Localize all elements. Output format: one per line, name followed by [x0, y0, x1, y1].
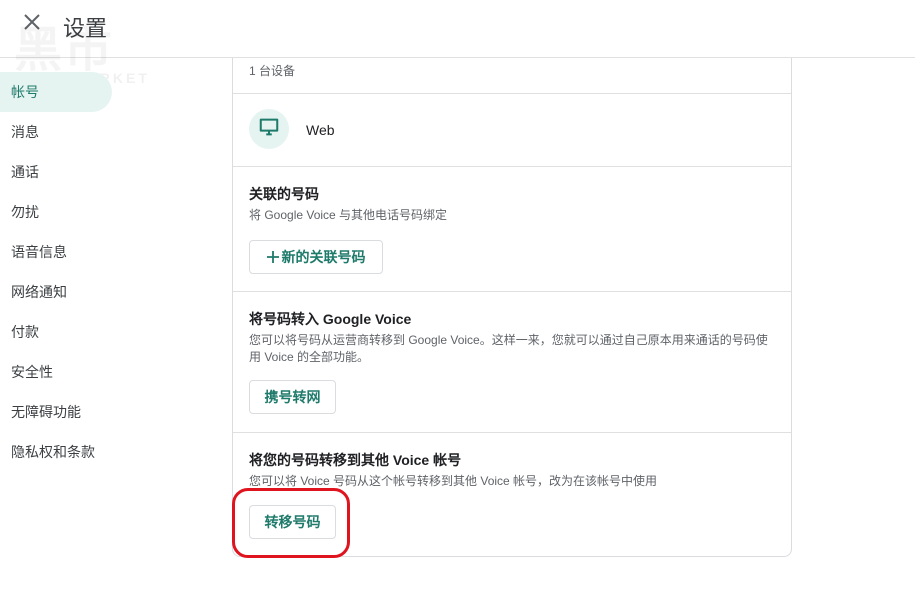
sidebar-item-calls[interactable]: 通话 [0, 152, 120, 192]
device-avatar [249, 109, 289, 149]
close-icon [23, 13, 41, 36]
device-count: 1 台设备 [249, 64, 296, 78]
sidebar-item-web-notifications[interactable]: 网络通知 [0, 272, 120, 312]
transfer-section: 将您的号码转移到其他 Voice 帐号 您可以将 Voice 号码从这个帐号转移… [233, 432, 791, 556]
sidebar-item-privacy-terms[interactable]: 隐私权和条款 [0, 432, 120, 472]
settings-sidebar: 帐号 消息 通话 勿扰 语音信息 网络通知 付款 安全性 无障碍功能 隐私权和条… [0, 72, 120, 472]
sidebar-item-do-not-disturb[interactable]: 勿扰 [0, 192, 120, 232]
sidebar-item-accessibility[interactable]: 无障碍功能 [0, 392, 120, 432]
sidebar-item-security[interactable]: 安全性 [0, 352, 120, 392]
close-button[interactable] [18, 10, 46, 38]
device-name: Web [306, 122, 335, 138]
page-title: 设置 [63, 16, 108, 41]
port-in-section: 将号码转入 Google Voice 您可以将号码从运营商转移到 Google … [233, 291, 791, 432]
sidebar-item-account[interactable]: 帐号 [0, 72, 112, 112]
linked-numbers-description: 将 Google Voice 与其他电话号码绑定 [249, 208, 448, 222]
linked-numbers-title: 关联的号码 [249, 186, 319, 202]
plus-icon [266, 251, 279, 263]
device-row: Web [233, 93, 791, 166]
top-bar: 设置 [0, 0, 915, 58]
port-in-title: 将号码转入 Google Voice [249, 311, 412, 327]
transfer-description: 您可以将 Voice 号码从这个帐号转移到其他 Voice 帐号，改为在该帐号中… [249, 474, 658, 488]
sidebar-item-voicemail[interactable]: 语音信息 [0, 232, 120, 272]
monitor-icon [258, 116, 280, 143]
account-settings-card: 1 台设备 Web 关联的号码 将 Google Voice 与其他电话号码绑定… [232, 58, 792, 557]
devices-header: 1 台设备 [233, 58, 791, 93]
port-in-description: 您可以将号码从运营商转移到 Google Voice。这样一来，您就可以通过自己… [249, 333, 768, 364]
transfer-title: 将您的号码转移到其他 Voice 帐号 [249, 452, 462, 468]
new-linked-number-label: 新的关联号码 [281, 249, 366, 265]
new-linked-number-button[interactable]: 新的关联号码 [249, 240, 383, 274]
sidebar-item-messages[interactable]: 消息 [0, 112, 120, 152]
transfer-number-button[interactable]: 转移号码 [249, 505, 336, 539]
sidebar-item-payments[interactable]: 付款 [0, 312, 120, 352]
linked-numbers-section: 关联的号码 将 Google Voice 与其他电话号码绑定 新的关联号码 [233, 166, 791, 291]
port-number-button[interactable]: 携号转网 [249, 380, 336, 414]
